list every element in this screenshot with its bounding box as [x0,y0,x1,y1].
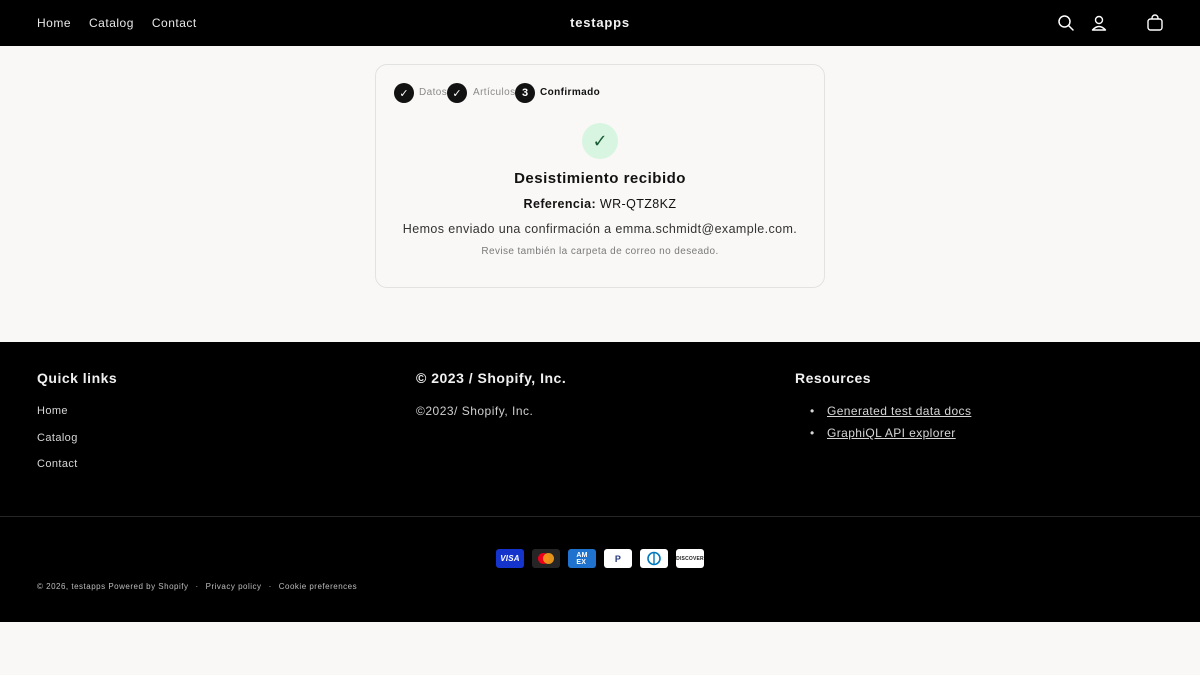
footer-divider [0,516,1200,517]
step-1-label: Datos [419,87,448,98]
account-icon[interactable] [1089,13,1109,33]
search-icon[interactable] [1056,13,1076,33]
bullet-icon: • [810,426,815,440]
step-2-label: Artículos [473,87,516,98]
step-3-number: 3 [515,83,535,103]
resources-list: • Generated test data docs • GraphiQL AP… [810,404,971,448]
amex-icon: AM EX [568,549,596,568]
step-2-done-icon: ✓ [447,83,467,103]
graphiql-api-explorer-link[interactable]: GraphiQL API explorer [827,426,956,440]
quick-links-list: Home Catalog Contact [37,405,78,485]
payment-methods: VISA AM EX P DISCOVER [496,549,712,568]
visa-icon: VISA [496,549,524,568]
privacy-policy-link[interactable]: Privacy policy [206,582,262,591]
footer-contact-link[interactable]: Contact [37,458,78,485]
footer-bottom-bar: © 2026, testapps Powered by Shopify · Pr… [37,582,357,591]
separator: · [195,582,199,591]
reference-line: Referencia: WR-QTZ8KZ [376,197,824,211]
list-item: • Generated test data docs [810,404,971,426]
discover-icon: DISCOVER [676,549,704,568]
footer-home-link[interactable]: Home [37,405,78,432]
step-progress: ✓ Datos ✓ Artículos 3 Confirmado [394,83,814,103]
bullet-icon: • [810,404,815,418]
cookie-preferences-link[interactable]: Cookie preferences [279,582,357,591]
company-title: © 2023 / Shopify, Inc. [416,370,567,386]
reference-label: Referencia: [523,197,597,211]
confirmation-card: ✓ Datos ✓ Artículos 3 Confirmado ✓ Desis… [375,64,825,288]
confirmation-title: Desistimiento recibido [514,170,686,187]
site-footer: Quick links Home Catalog Contact © 2023 … [0,342,1200,622]
quick-links-title: Quick links [37,370,118,386]
step-1-done-icon: ✓ [394,83,414,103]
brand-logo[interactable]: testapps [0,15,1200,30]
site-header: Home Catalog Contact testapps [0,0,1200,46]
reference-value: WR-QTZ8KZ [599,197,677,211]
footer-catalog-link[interactable]: Catalog [37,432,78,459]
spam-folder-note: Revise también la carpeta de correo no d… [481,246,719,257]
resources-title: Resources [795,370,872,386]
email-sent-message: Hemos enviado una confirmación a emma.sc… [402,222,798,236]
paypal-icon: P [604,549,632,568]
company-text: ©2023/ Shopify, Inc. [416,404,534,418]
separator: · [268,582,272,591]
diners-club-icon [640,549,668,568]
step-3-label: Confirmado [540,87,601,98]
mastercard-icon [532,549,560,568]
generated-test-data-docs-link[interactable]: Generated test data docs [827,404,971,418]
cart-icon[interactable] [1145,13,1165,33]
list-item: • GraphiQL API explorer [810,426,971,448]
copyright-text[interactable]: © 2026, testapps Powered by Shopify [37,582,188,591]
success-check-icon: ✓ [582,123,618,159]
